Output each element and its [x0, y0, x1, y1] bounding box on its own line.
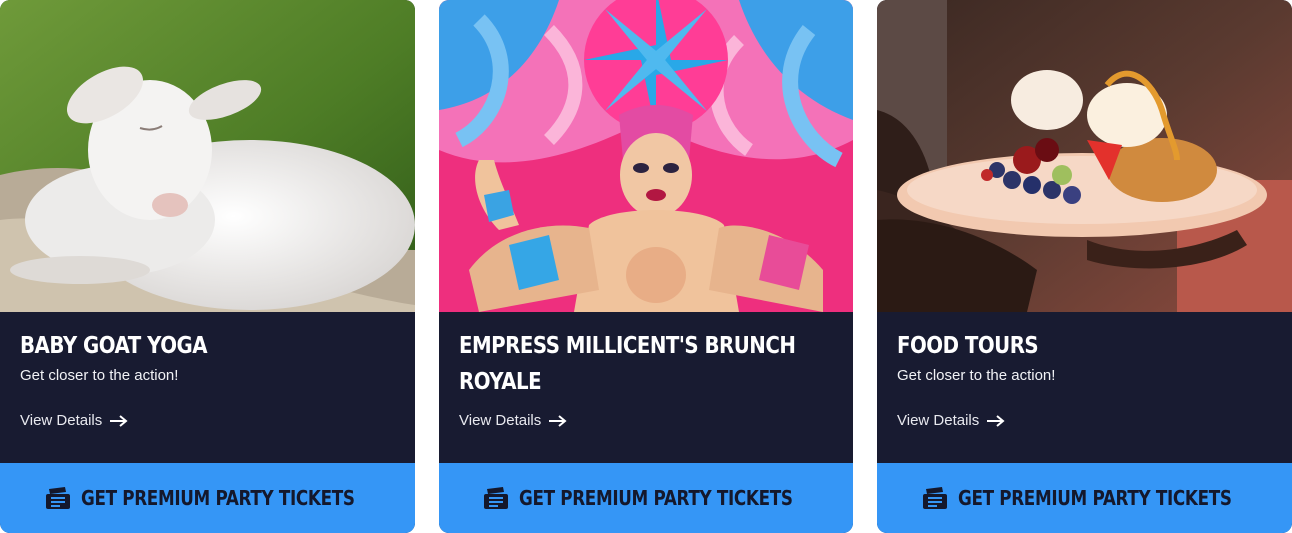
premium-tickets-button[interactable]: GET PREMIUM PARTY TICKETS — [0, 463, 415, 533]
premium-tickets-label: GET PREMIUM PARTY TICKETS — [957, 486, 1232, 510]
event-card-brunch-royale[interactable]: EMPRESS MILLICENT'S BRUNCH ROYALE View D… — [439, 0, 853, 533]
premium-tickets-label: GET PREMIUM PARTY TICKETS — [80, 486, 355, 510]
premium-tickets-button[interactable]: GET PREMIUM PARTY TICKETS — [877, 463, 1292, 533]
arrow-right-icon — [549, 414, 567, 427]
ticket-icon — [484, 487, 508, 509]
view-details-label: View Details — [20, 412, 103, 429]
card-title: EMPRESS MILLICENT'S BRUNCH ROYALE — [459, 333, 796, 395]
view-details-label: View Details — [897, 412, 980, 429]
card-subtitle: Get closer to the action! — [20, 367, 179, 384]
arrow-right-icon — [987, 414, 1005, 427]
baby-goat-photo[interactable] — [0, 0, 415, 312]
card-title: BABY GOAT YOGA — [20, 333, 208, 359]
card-body: FOOD TOURS Get closer to the action! Vie… — [877, 312, 1292, 463]
arrow-right-icon — [110, 414, 128, 427]
event-card-baby-goat-yoga[interactable]: BABY GOAT YOGA Get closer to the action!… — [0, 0, 415, 533]
premium-tickets-label: GET PREMIUM PARTY TICKETS — [519, 486, 793, 510]
view-details-link[interactable]: View Details — [459, 412, 567, 429]
event-cards: BABY GOAT YOGA Get closer to the action!… — [0, 0, 1292, 533]
ticket-icon — [922, 487, 947, 509]
premium-tickets-button[interactable]: GET PREMIUM PARTY TICKETS — [439, 463, 853, 533]
ticket-icon — [45, 487, 70, 509]
view-details-label: View Details — [459, 412, 542, 429]
card-body: BABY GOAT YOGA Get closer to the action!… — [0, 312, 415, 463]
card-title: FOOD TOURS — [897, 333, 1039, 359]
card-body: EMPRESS MILLICENT'S BRUNCH ROYALE View D… — [439, 312, 853, 463]
dessert-plate-photo[interactable] — [877, 0, 1292, 312]
view-details-link[interactable]: View Details — [897, 412, 1005, 429]
card-subtitle: Get closer to the action! — [897, 367, 1056, 384]
drag-queen-photo[interactable] — [439, 0, 853, 312]
event-card-food-tours[interactable]: FOOD TOURS Get closer to the action! Vie… — [877, 0, 1292, 533]
view-details-link[interactable]: View Details — [20, 412, 128, 429]
